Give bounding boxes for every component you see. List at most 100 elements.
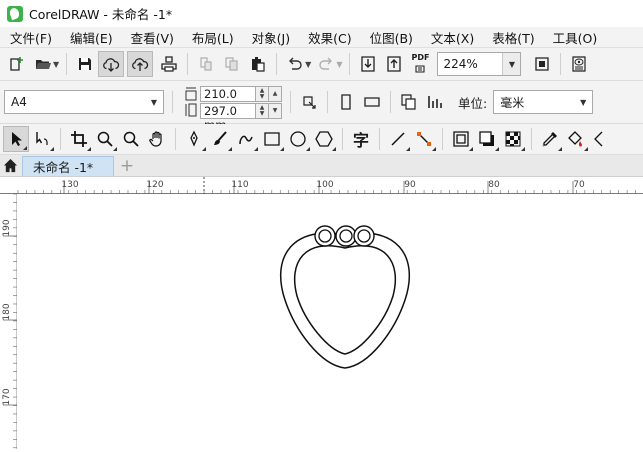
page-width-spinner[interactable]: ▲ ▼: [256, 85, 269, 102]
crop-tool-icon: [71, 131, 87, 147]
page-height-icon: [185, 103, 197, 117]
chevron-down-icon[interactable]: ▼: [502, 53, 521, 75]
page-height-input[interactable]: 297.0 mm: [200, 102, 256, 132]
crop-tool-button[interactable]: [66, 126, 92, 152]
outline-tool-button[interactable]: [589, 126, 615, 152]
copy-button[interactable]: [219, 51, 245, 77]
pendant-inner-shape[interactable]: [293, 245, 397, 355]
fill-tool-button[interactable]: [563, 126, 589, 152]
pan-tool-icon: [149, 131, 162, 147]
unit-label: 单位:: [458, 95, 488, 111]
bail-ring-center[interactable]: [335, 225, 357, 247]
full-screen-button[interactable]: [529, 51, 555, 77]
page-width-input[interactable]: 210.0 mm: [200, 85, 256, 115]
bezier-tool-button[interactable]: [233, 126, 259, 152]
menu-view[interactable]: 查看(V): [121, 28, 182, 47]
menu-table[interactable]: 表格(T): [482, 28, 542, 47]
contour-tool-button[interactable]: [448, 126, 474, 152]
redo-button[interactable]: [313, 51, 339, 77]
cloud-download-button[interactable]: [98, 51, 125, 77]
cut-button[interactable]: [193, 51, 219, 77]
unit-select[interactable]: 毫米 ▼: [493, 90, 594, 114]
portrait-button[interactable]: [333, 89, 359, 115]
chevron-down-icon[interactable]: ▼: [151, 98, 157, 107]
page-height-spinner-alt[interactable]: ▼: [269, 102, 282, 119]
tab-untitled-1[interactable]: 未命名 -1*: [22, 156, 114, 176]
vertical-ruler-ticks: 190 180 170: [2, 194, 17, 449]
view-options-button[interactable]: [566, 51, 592, 77]
open-button[interactable]: [30, 51, 56, 77]
page-width-spinner-alt[interactable]: ▲: [269, 85, 282, 102]
menu-file[interactable]: 文件(F): [0, 28, 60, 47]
menu-bar: 文件(F) 编辑(E) 查看(V) 布局(L) 对象(J) 效果(C) 位图(B…: [0, 27, 643, 48]
export-button[interactable]: [381, 51, 407, 77]
page-size-select[interactable]: A4 ▼: [4, 90, 164, 114]
cloud-upload-button[interactable]: [127, 51, 154, 77]
text-tool-button[interactable]: 字: [348, 126, 374, 152]
menu-bitmaps[interactable]: 位图(B): [360, 28, 421, 47]
document-tab-label: 未命名 -1*: [33, 160, 94, 175]
print-button[interactable]: [156, 51, 182, 77]
pen-tool-button[interactable]: [181, 126, 207, 152]
paste-button[interactable]: [245, 51, 271, 77]
zoom-tool-button[interactable]: [92, 126, 118, 152]
menu-object[interactable]: 对象(J): [242, 28, 298, 47]
horizontal-ruler-ticks: 130 120 110 100 90 80 70: [17, 177, 636, 194]
pen-tool-icon: [190, 130, 198, 147]
eyedropper-tool-button[interactable]: [537, 126, 563, 152]
full-screen-icon: [535, 57, 550, 71]
drawing-canvas[interactable]: [18, 195, 643, 449]
horizontal-ruler-label: 70: [573, 180, 585, 190]
toolbar-separator: [276, 53, 278, 75]
transparency-tool-button[interactable]: [500, 126, 526, 152]
save-icon: [79, 58, 92, 70]
page-options-icon: [303, 96, 316, 109]
publish-pdf-button[interactable]: PDF: [407, 51, 433, 77]
ellipse-tool-button[interactable]: [285, 126, 311, 152]
landscape-button[interactable]: [359, 89, 385, 115]
current-page-button[interactable]: [422, 89, 448, 115]
menu-layout[interactable]: 布局(L): [182, 28, 242, 47]
view-options-icon: [572, 56, 587, 72]
connector-tool-button[interactable]: [411, 126, 437, 152]
pick-tool-button[interactable]: [3, 126, 29, 152]
zoom-value[interactable]: 224%: [438, 57, 502, 71]
all-pages-button[interactable]: [396, 89, 422, 115]
toolbar-separator: [60, 128, 61, 150]
bail-ring-left[interactable]: [314, 225, 336, 247]
undo-button[interactable]: [282, 51, 308, 77]
pendant-outer-shape[interactable]: [280, 232, 410, 369]
unit-value: 毫米: [500, 95, 525, 110]
toolbar-separator: [290, 91, 291, 113]
page-options-button[interactable]: [296, 89, 322, 115]
chevron-down-icon[interactable]: ▼: [580, 98, 586, 107]
fill-tool-icon: [568, 131, 582, 147]
shadow-tool-button[interactable]: [474, 126, 500, 152]
shape-tool-button[interactable]: [29, 126, 55, 152]
zoom-level-combobox[interactable]: 224% ▼: [437, 52, 522, 76]
page-height-spinner[interactable]: ▲ ▼: [256, 102, 269, 119]
add-tab-button[interactable]: +: [116, 156, 138, 176]
contour-tool-icon: [453, 131, 469, 147]
import-button[interactable]: [355, 51, 381, 77]
vertical-ruler[interactable]: 190 180 170: [0, 194, 17, 449]
menu-text[interactable]: 文本(X): [421, 28, 482, 47]
menu-edit[interactable]: 编辑(E): [60, 28, 121, 47]
zoom-out-tool-button[interactable]: [118, 126, 144, 152]
horizontal-ruler-label: 130: [61, 180, 78, 190]
horizontal-ruler-label: 120: [146, 180, 163, 190]
horizontal-ruler[interactable]: 130 120 110 100 90 80 70: [0, 177, 643, 194]
menu-effects[interactable]: 效果(C): [298, 28, 359, 47]
bail-ring-right[interactable]: [353, 225, 375, 247]
save-button[interactable]: [72, 51, 98, 77]
polygon-tool-button[interactable]: [311, 126, 337, 152]
new-document-button[interactable]: [4, 51, 30, 77]
pan-tool-button[interactable]: [144, 126, 170, 152]
menu-tools[interactable]: 工具(O): [543, 28, 606, 47]
line-tool-button[interactable]: [385, 126, 411, 152]
home-button[interactable]: [0, 154, 20, 176]
brush-tool-button[interactable]: [207, 126, 233, 152]
outline-tool-icon: [594, 131, 603, 147]
rectangle-tool-button[interactable]: [259, 126, 285, 152]
open-folder-icon: [36, 60, 51, 69]
